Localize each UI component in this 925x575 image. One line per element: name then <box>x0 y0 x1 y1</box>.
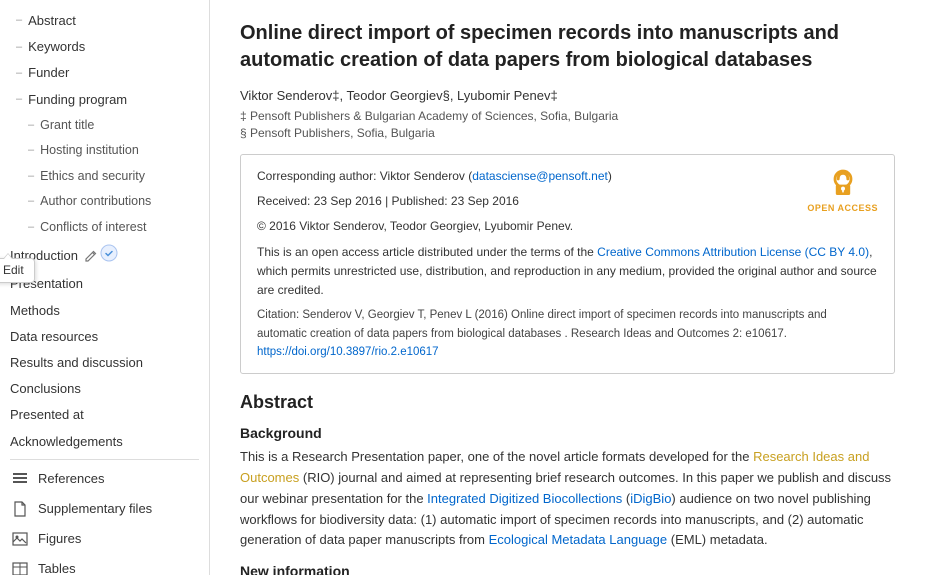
sidebar-item-abstract[interactable]: – Abstract <box>0 8 209 34</box>
sidebar-item-funder[interactable]: – Funder <box>0 60 209 86</box>
license-link[interactable]: Creative Commons Attribution License (CC… <box>597 245 869 259</box>
sidebar-item-figures[interactable]: Figures <box>0 524 209 554</box>
sidebar-item-data-resources[interactable]: Data resources <box>0 324 209 350</box>
sidebar-top-section: – Abstract – Keywords – Funder – Funding… <box>0 8 209 455</box>
image-icon <box>10 529 30 549</box>
file-icon <box>10 499 30 519</box>
edit-pencil-icon[interactable] <box>84 249 98 263</box>
table-icon <box>10 559 30 575</box>
article-title: Online direct import of specimen records… <box>240 20 895 74</box>
sidebar-item-references[interactable]: References <box>0 464 209 494</box>
dates-line: Received: 23 Sep 2016 | Published: 23 Se… <box>257 192 878 211</box>
sidebar-item-hosting-institution[interactable]: – Hosting institution <box>0 138 209 164</box>
article-info-box: Corresponding author: Viktor Senderov (d… <box>240 154 895 374</box>
sidebar-item-supplementary[interactable]: Supplementary files <box>0 494 209 524</box>
copyright-line: © 2016 Viktor Senderov, Teodor Georgiev,… <box>257 217 878 236</box>
corresponding-author-line: Corresponding author: Viktor Senderov (d… <box>257 167 878 186</box>
sidebar: – Abstract – Keywords – Funder – Funding… <box>0 0 210 575</box>
sidebar-item-acknowledgements[interactable]: Acknowledgements <box>0 429 209 455</box>
background-text: This is a Research Presentation paper, o… <box>240 447 895 551</box>
sidebar-item-results[interactable]: Results and discussion <box>0 350 209 376</box>
main-content: Online direct import of specimen records… <box>210 0 925 575</box>
affiliation-1: ‡ Pensoft Publishers & Bulgarian Academy… <box>240 109 895 123</box>
sidebar-item-ethics-security[interactable]: – Ethics and security <box>0 164 209 190</box>
sidebar-item-conflicts-interest[interactable]: – Conflicts of interest <box>0 215 209 241</box>
sidebar-divider <box>10 459 199 460</box>
sidebar-item-funding-program[interactable]: – Funding program <box>0 87 209 113</box>
edit-tooltip: Edit <box>0 258 35 283</box>
citation-line: Citation: Senderov V, Georgiev T, Penev … <box>257 306 878 361</box>
sidebar-item-author-contributions[interactable]: – Author contributions <box>0 189 209 215</box>
edit-circle-icon[interactable] <box>100 244 118 267</box>
sidebar-bottom-section: References Supplementary files Figures <box>0 464 209 575</box>
list-icon <box>10 469 30 489</box>
doi-link[interactable]: https://doi.org/10.3897/rio.2.e10617 <box>257 346 439 358</box>
sidebar-item-presented-at[interactable]: Presented at <box>0 402 209 428</box>
idigbio-short-link[interactable]: iDigBio <box>630 491 671 506</box>
sidebar-item-methods[interactable]: Methods <box>0 298 209 324</box>
sidebar-item-grant-title[interactable]: – Grant title <box>0 113 209 139</box>
sidebar-item-introduction[interactable]: Introduction Edit <box>0 240 209 271</box>
corresponding-email-link[interactable]: datasciense@pensoft.net <box>472 169 608 183</box>
open-access-badge: OPEN ACCESS <box>807 167 878 215</box>
abstract-section-title: Abstract <box>240 392 895 413</box>
affiliation-2: § Pensoft Publishers, Sofia, Bulgaria <box>240 126 895 140</box>
open-access-label: OPEN ACCESS <box>807 201 878 215</box>
sidebar-item-keywords[interactable]: – Keywords <box>0 34 209 60</box>
eml-link[interactable]: Ecological Metadata Language <box>489 532 668 547</box>
authors-line: Viktor Senderov‡, Teodor Georgiev§, Lyub… <box>240 88 895 103</box>
license-line: This is an open access article distribut… <box>257 243 878 301</box>
sidebar-item-conclusions[interactable]: Conclusions <box>0 376 209 402</box>
background-subtitle: Background <box>240 425 895 441</box>
idigbio-link[interactable]: Integrated Digitized Biocollections <box>427 491 622 506</box>
new-info-subtitle: New information <box>240 563 895 575</box>
sidebar-item-tables[interactable]: Tables <box>0 554 209 575</box>
